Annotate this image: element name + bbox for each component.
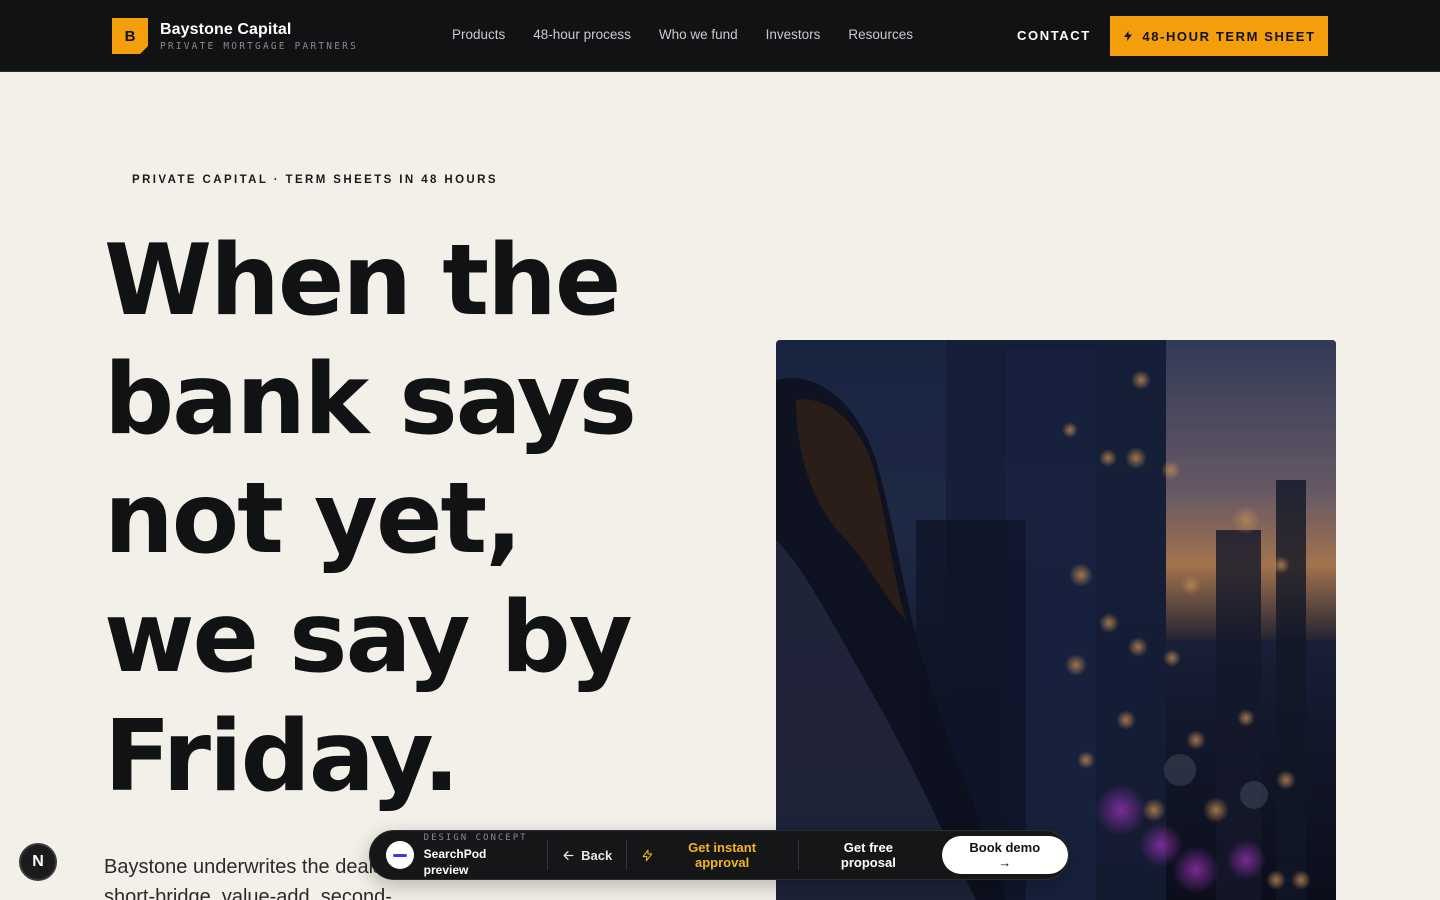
arrow-left-icon [563, 850, 574, 860]
nav-link-resources[interactable]: Resources [848, 27, 913, 42]
design-preview-bar: DESIGN CONCEPT SearchPod preview Back Ge… [369, 830, 1069, 880]
brand-logo[interactable]: B Baystone Capital PRIVATE MORTGAGE PART… [112, 18, 358, 54]
headline-line: When the [104, 224, 621, 338]
city-dusk-image [776, 340, 1336, 900]
headline-line: we say by [104, 581, 633, 695]
brand-tagline: PRIVATE MORTGAGE PARTNERS [160, 40, 358, 52]
term-sheet-button[interactable]: 48-HOUR TERM SHEET [1110, 16, 1328, 56]
lightning-icon [642, 849, 653, 861]
divider [798, 840, 800, 870]
divider [547, 840, 549, 870]
book-demo-button[interactable]: Book demo → [941, 836, 1068, 874]
lightning-icon [1124, 31, 1133, 41]
preview-title: SearchPod preview [423, 846, 487, 877]
brand-mark-icon: B [112, 18, 148, 54]
preview-label: DESIGN CONCEPT [423, 832, 528, 843]
nav-link-48-hour-process[interactable]: 48-hour process [533, 27, 631, 42]
term-sheet-button-label: 48-HOUR TERM SHEET [1142, 28, 1316, 44]
back-button[interactable]: Back [562, 848, 612, 863]
instant-approval-label: Get instant approval [688, 840, 757, 870]
brand-name: Baystone Capital [160, 20, 292, 38]
headline-line: not yet, [104, 462, 522, 576]
top-navigation-bar: B Baystone Capital PRIVATE MORTGAGE PART… [0, 0, 1440, 72]
nextjs-dev-badge[interactable]: N [19, 843, 57, 881]
hero-eyebrow: PRIVATE CAPITAL · TERM SHEETS IN 48 HOUR… [132, 174, 498, 186]
main-nav: Products 48-hour process Who we fund Inv… [452, 27, 913, 42]
preview-label-group: DESIGN CONCEPT SearchPod preview [424, 833, 533, 878]
headline-line: bank says [104, 343, 637, 457]
nav-link-investors[interactable]: Investors [766, 27, 821, 42]
back-button-label: Back [581, 847, 613, 863]
searchpod-logo-icon [386, 841, 414, 869]
contact-link[interactable]: CONTACT [1017, 28, 1091, 43]
nav-link-who-we-fund[interactable]: Who we fund [659, 27, 738, 42]
hero-headline: When the bank says not yet, we say by Fr… [104, 222, 724, 817]
nav-link-products[interactable]: Products [452, 27, 505, 42]
divider [626, 840, 628, 870]
brand-text: Baystone Capital PRIVATE MORTGAGE PARTNE… [160, 20, 358, 53]
hero-photo [776, 340, 1336, 900]
instant-approval-button[interactable]: Get instant approval [641, 840, 784, 870]
headline-line: Friday. [104, 700, 460, 814]
free-proposal-button[interactable]: Get free proposal [815, 840, 921, 870]
